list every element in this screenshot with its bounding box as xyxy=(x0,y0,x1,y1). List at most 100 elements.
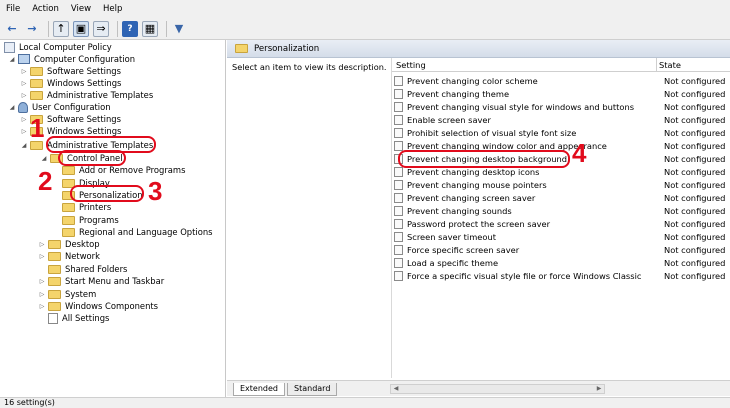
expand-arrow-icon[interactable]: ▷ xyxy=(38,303,46,310)
scroll-left-icon[interactable]: ◀ xyxy=(391,385,401,393)
setting-state: Not configured xyxy=(664,101,726,112)
toolbar-divider xyxy=(166,20,167,37)
expand-arrow-icon[interactable]: ▷ xyxy=(20,68,28,75)
status-text: 16 setting(s) xyxy=(4,398,55,407)
policy-tree: Local Computer Policy ◢ Computer Configu… xyxy=(0,40,226,397)
setting-state: Not configured xyxy=(664,140,726,151)
settings-row[interactable]: Enable screen saver Not configured xyxy=(394,113,730,126)
tree-label: Printers xyxy=(79,202,112,212)
expand-arrow-icon[interactable]: ▷ xyxy=(20,80,28,87)
setting-name: Prevent changing color scheme xyxy=(407,75,538,86)
expand-arrow-icon[interactable]: ▷ xyxy=(38,278,46,285)
collapse-arrow-icon[interactable]: ◢ xyxy=(40,155,48,162)
collapse-arrow-icon[interactable]: ◢ xyxy=(8,56,16,63)
policy-setting-icon xyxy=(394,101,403,112)
expand-arrow-icon[interactable]: ▷ xyxy=(20,128,28,135)
folder-icon xyxy=(62,202,75,212)
tree-node-windows-components[interactable]: ▷ Windows Components xyxy=(38,300,158,312)
expand-arrow-icon[interactable]: ▷ xyxy=(20,92,28,99)
properties-icon[interactable]: ▦ xyxy=(142,20,158,37)
tree-label: Windows Settings xyxy=(47,126,122,136)
forward-arrow-icon[interactable]: → xyxy=(24,21,40,37)
tree-label: Desktop xyxy=(65,239,100,249)
expand-arrow-icon[interactable]: ▷ xyxy=(38,253,46,260)
annotation-highlight-control-panel xyxy=(58,150,126,166)
setting-state: Not configured xyxy=(664,127,726,138)
setting-name: Prohibit selection of visual style font … xyxy=(407,127,577,138)
settings-row[interactable]: Prevent changing sounds Not configured xyxy=(394,204,730,217)
setting-state: Not configured xyxy=(664,179,726,190)
tab-standard[interactable]: Standard xyxy=(287,383,338,396)
tree-node-printers[interactable]: Printers xyxy=(62,201,111,213)
collapse-arrow-icon[interactable]: ◢ xyxy=(8,104,16,111)
folder-icon xyxy=(48,264,61,274)
folder-icon xyxy=(48,239,61,249)
toolbar-divider xyxy=(117,20,118,37)
tree-node-local-computer-policy[interactable]: Local Computer Policy xyxy=(4,41,112,53)
show-hide-tree-icon[interactable]: ▣ xyxy=(73,20,89,37)
column-header-setting[interactable]: Setting xyxy=(396,60,426,70)
settings-row[interactable]: Prohibit selection of visual style font … xyxy=(394,126,730,139)
tree-node-all-settings[interactable]: All Settings xyxy=(48,312,109,324)
policy-setting-icon xyxy=(394,231,403,242)
column-header-state[interactable]: State xyxy=(656,57,681,72)
tree-node-shared-folders[interactable]: Shared Folders xyxy=(48,263,127,275)
tree-node-cc-windows-settings[interactable]: ▷ Windows Settings xyxy=(20,77,122,89)
tree-label: Shared Folders xyxy=(65,264,128,274)
menu-help[interactable]: Help xyxy=(103,4,122,14)
settings-row[interactable]: Prevent changing color scheme Not configu… xyxy=(394,74,730,87)
setting-name: Prevent changing visual style for window… xyxy=(407,101,635,112)
tree-node-desktop[interactable]: ▷ Desktop xyxy=(38,238,100,250)
settings-row[interactable]: Screen saver timeout Not configured xyxy=(394,230,730,243)
expand-arrow-icon[interactable]: ▷ xyxy=(38,241,46,248)
folder-icon xyxy=(62,215,75,225)
settings-row[interactable]: Prevent changing mouse pointers Not confi… xyxy=(394,178,730,191)
tab-extended[interactable]: Extended xyxy=(233,383,285,396)
scroll-right-icon[interactable]: ▶ xyxy=(594,385,604,393)
tree-node-start-menu-taskbar[interactable]: ▷ Start Menu and Taskbar xyxy=(38,275,164,287)
tree-node-system[interactable]: ▷ System xyxy=(38,288,97,300)
settings-row[interactable]: Force a specific visual style file or fo… xyxy=(394,269,730,282)
tree-node-computer-configuration[interactable]: ◢ Computer Configuration xyxy=(8,53,135,65)
tree-node-cc-software-settings[interactable]: ▷ Software Settings xyxy=(20,65,121,77)
expand-arrow-icon[interactable]: ▷ xyxy=(20,116,28,123)
settings-row[interactable]: Load a specific theme Not configured xyxy=(394,256,730,269)
tree-node-cc-administrative-templates[interactable]: ▷ Administrative Templates xyxy=(20,89,154,101)
settings-row[interactable]: Password protect the screen saver Not con… xyxy=(394,217,730,230)
setting-state: Not configured xyxy=(664,192,726,203)
annotation-step-1: 1 xyxy=(30,113,45,143)
expand-arrow-icon[interactable]: ▷ xyxy=(38,291,46,298)
menu-action[interactable]: Action xyxy=(32,4,59,14)
status-bar: 16 setting(s) xyxy=(0,397,730,408)
settings-column-headers: Setting State xyxy=(392,57,730,72)
setting-name: Prevent changing theme xyxy=(407,88,510,99)
settings-row[interactable]: Prevent changing screen saver Not configu… xyxy=(394,191,730,204)
tree-label: Windows Components xyxy=(65,301,159,311)
tree-label: Network xyxy=(65,251,100,261)
setting-name: Prevent changing sounds xyxy=(407,205,512,216)
menu-file[interactable]: File xyxy=(6,4,20,14)
details-header-title: Personalization xyxy=(254,43,320,54)
help-icon[interactable]: ? xyxy=(122,20,138,37)
tree-label: Add or Remove Programs xyxy=(79,165,186,175)
pane-divider[interactable] xyxy=(391,58,392,378)
settings-row[interactable]: Prevent changing theme Not configured xyxy=(394,87,730,100)
up-folder-icon[interactable]: ↑ xyxy=(53,20,69,37)
policy-setting-icon xyxy=(394,114,403,125)
tree-node-user-configuration[interactable]: ◢ User Configuration xyxy=(8,101,111,113)
tree-label: Start Menu and Taskbar xyxy=(65,276,165,286)
collapse-arrow-icon[interactable]: ◢ xyxy=(20,142,28,149)
folder-icon xyxy=(62,227,75,237)
back-arrow-icon[interactable]: ← xyxy=(4,21,20,37)
menu-view[interactable]: View xyxy=(71,4,91,14)
export-list-icon[interactable]: ⇒ xyxy=(93,20,109,37)
tree-node-programs[interactable]: Programs xyxy=(62,214,119,226)
filter-icon[interactable]: ▼ xyxy=(171,21,187,37)
tree-node-network[interactable]: ▷ Network xyxy=(38,250,100,262)
folder-icon xyxy=(30,78,43,88)
settings-row[interactable]: Prevent changing visual style for window… xyxy=(394,100,730,113)
setting-name: Force specific screen saver xyxy=(407,244,520,255)
settings-row[interactable]: Force specific screen saver Not configure… xyxy=(394,243,730,256)
horizontal-scrollbar[interactable]: ◀ ▶ xyxy=(390,384,605,394)
tree-node-regional-language[interactable]: Regional and Language Options xyxy=(62,226,213,238)
